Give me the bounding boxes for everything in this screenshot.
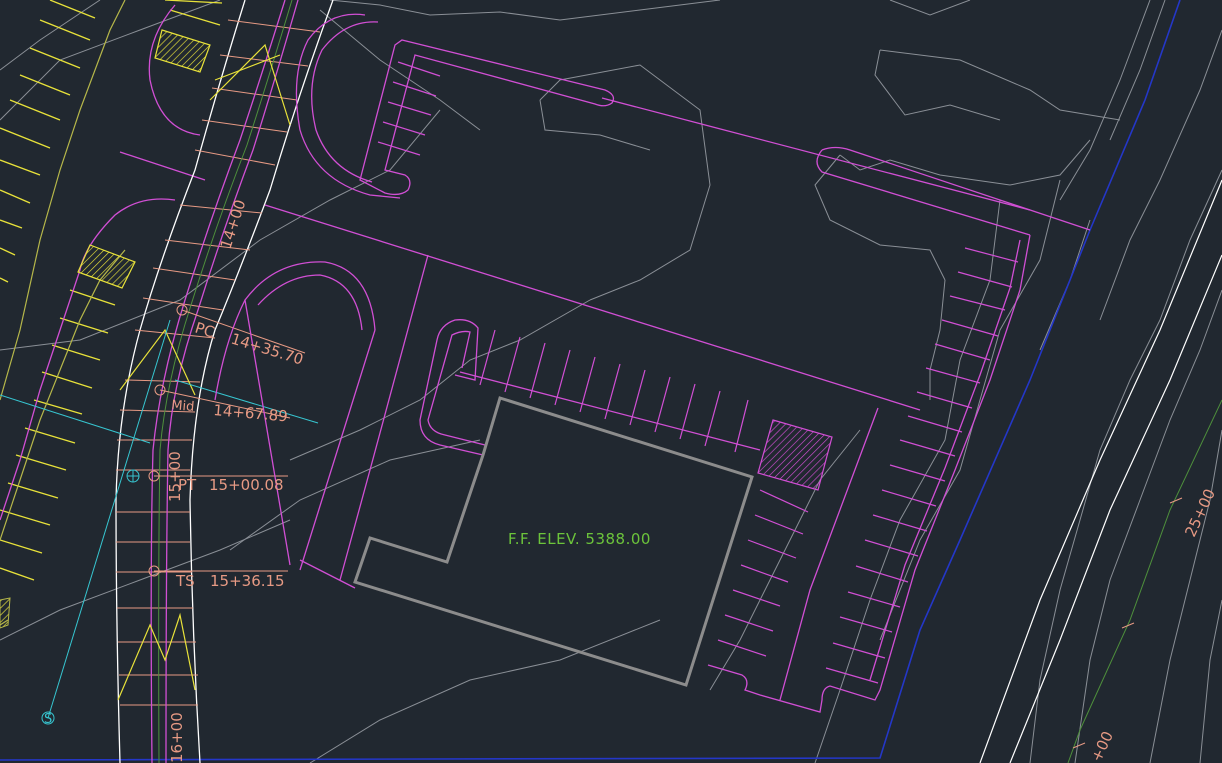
sewer-manhole-label: S <box>44 712 52 727</box>
mid-label: Mid <box>171 398 195 415</box>
ts-station: 15+36.15 <box>210 572 285 590</box>
station-15: 15+00 <box>166 451 184 502</box>
cad-drawing-canvas[interactable]: S F.F. ELEV. 5388.00 PC 14+35.70 Mid 14+… <box>0 0 1222 763</box>
building-ff-elevation: F.F. ELEV. 5388.00 <box>508 530 651 548</box>
station-16: 16+00 <box>168 712 186 763</box>
ts-label: TS <box>175 572 195 590</box>
pt-station: 15+00.08 <box>209 476 284 494</box>
yellow-stripe-fragment <box>0 597 11 629</box>
